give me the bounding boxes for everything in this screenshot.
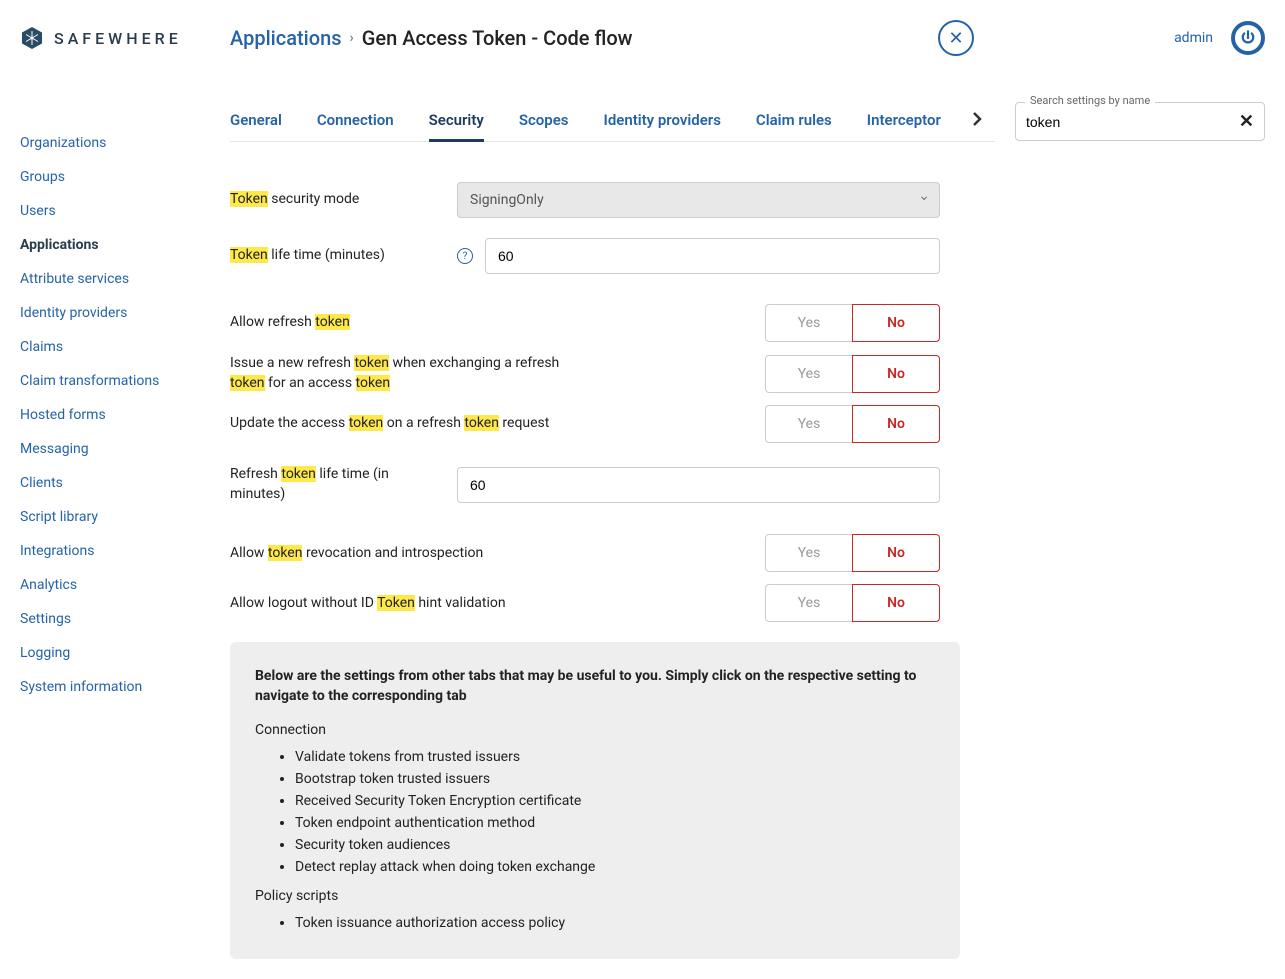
refresh-token-lifetime-input[interactable]	[457, 467, 940, 503]
sidebar-item-organizations[interactable]: Organizations	[20, 126, 230, 160]
allow-token-revocation-label: Allow token revocation and introspection	[230, 544, 580, 564]
update-access-token-toggle: Yes No	[765, 405, 940, 443]
info-section-title: Policy scripts	[255, 888, 935, 904]
allow-logout-without-id-token-label: Allow logout without ID Token hint valid…	[230, 594, 580, 614]
sidebar-nav: OrganizationsGroupsUsersApplicationsAttr…	[20, 56, 230, 979]
info-link-item[interactable]: Security token audiences	[295, 834, 935, 856]
user-link[interactable]: admin	[1174, 30, 1213, 46]
sidebar-item-groups[interactable]: Groups	[20, 160, 230, 194]
tab-general[interactable]: General	[230, 101, 282, 141]
chevron-right-icon: ›	[350, 30, 354, 46]
sidebar-item-identity-providers[interactable]: Identity providers	[20, 296, 230, 330]
sidebar-item-messaging[interactable]: Messaging	[20, 432, 230, 466]
sidebar-item-integrations[interactable]: Integrations	[20, 534, 230, 568]
sidebar-item-hosted-forms[interactable]: Hosted forms	[20, 398, 230, 432]
yes-button[interactable]: Yes	[765, 405, 853, 443]
info-link-item[interactable]: Validate tokens from trusted issuers	[295, 746, 935, 768]
tab-connection[interactable]: Connection	[317, 101, 394, 141]
clear-search-icon[interactable]: ✕	[1239, 111, 1254, 132]
allow-token-revocation-toggle: Yes No	[765, 534, 940, 572]
update-access-token-label: Update the access token on a refresh tok…	[230, 414, 580, 434]
token-lifetime-label: Token life time (minutes)	[230, 246, 445, 266]
tab-security[interactable]: Security	[429, 101, 484, 142]
logout-button[interactable]	[1231, 21, 1265, 55]
related-settings-panel: Below are the settings from other tabs t…	[230, 642, 960, 958]
sidebar-item-claim-transformations[interactable]: Claim transformations	[20, 364, 230, 398]
no-button[interactable]: No	[852, 355, 940, 393]
token-security-mode-select[interactable]: SigningOnly	[457, 182, 940, 218]
issue-new-refresh-token-label: Issue a new refresh token when exchangin…	[230, 354, 580, 393]
help-icon[interactable]: ?	[457, 248, 473, 264]
close-button[interactable]: ✕	[938, 20, 974, 56]
info-link-item[interactable]: Received Security Token Encryption certi…	[295, 790, 935, 812]
sidebar-item-users[interactable]: Users	[20, 194, 230, 228]
sidebar-item-attribute-services[interactable]: Attribute services	[20, 262, 230, 296]
sidebar-item-analytics[interactable]: Analytics	[20, 568, 230, 602]
brand-logo[interactable]: SAFEWHERE	[20, 26, 230, 50]
sidebar-item-settings[interactable]: Settings	[20, 602, 230, 636]
search-input[interactable]	[1026, 114, 1239, 130]
yes-button[interactable]: Yes	[765, 534, 853, 572]
yes-button[interactable]: Yes	[765, 355, 853, 393]
tabs-scroll-right[interactable]	[959, 105, 995, 137]
breadcrumb: Applications › Gen Access Token - Code f…	[230, 26, 938, 50]
chevron-right-icon	[969, 111, 985, 127]
info-section-title: Connection	[255, 722, 935, 738]
sidebar-item-logging[interactable]: Logging	[20, 636, 230, 670]
allow-refresh-token-toggle: Yes No	[765, 304, 940, 342]
power-icon	[1239, 29, 1257, 47]
breadcrumb-current: Gen Access Token - Code flow	[362, 26, 633, 50]
tab-interceptor[interactable]: Interceptor	[867, 101, 941, 141]
no-button[interactable]: No	[852, 304, 940, 342]
sidebar-item-script-library[interactable]: Script library	[20, 500, 230, 534]
yes-button[interactable]: Yes	[765, 304, 853, 342]
sidebar-item-applications[interactable]: Applications	[20, 228, 230, 262]
logo-hex-icon	[20, 26, 44, 50]
search-settings: Search settings by name ✕	[1015, 102, 1265, 141]
info-link-item[interactable]: Detect replay attack when doing token ex…	[295, 856, 935, 878]
breadcrumb-parent[interactable]: Applications	[230, 26, 342, 50]
allow-refresh-token-label: Allow refresh token	[230, 313, 580, 333]
no-button[interactable]: No	[852, 405, 940, 443]
info-link-item[interactable]: Token issuance authorization access poli…	[295, 912, 935, 934]
issue-new-refresh-token-toggle: Yes No	[765, 355, 940, 393]
brand-name: SAFEWHERE	[54, 29, 182, 48]
sidebar-item-system-information[interactable]: System information	[20, 670, 230, 704]
allow-logout-without-id-token-toggle: Yes No	[765, 584, 940, 622]
no-button[interactable]: No	[852, 584, 940, 622]
info-link-item[interactable]: Token endpoint authentication method	[295, 812, 935, 834]
info-link-item[interactable]: Bootstrap token trusted issuers	[295, 768, 935, 790]
token-lifetime-input[interactable]	[485, 238, 940, 274]
tab-scopes[interactable]: Scopes	[519, 101, 569, 141]
yes-button[interactable]: Yes	[765, 584, 853, 622]
sidebar-item-claims[interactable]: Claims	[20, 330, 230, 364]
no-button[interactable]: No	[852, 534, 940, 572]
info-title: Below are the settings from other tabs t…	[255, 667, 935, 706]
close-icon: ✕	[949, 28, 964, 49]
tab-claim-rules[interactable]: Claim rules	[756, 101, 832, 141]
token-security-mode-label: Token security mode	[230, 190, 445, 210]
search-label: Search settings by name	[1025, 94, 1155, 107]
refresh-token-lifetime-label: Refresh token life time (in minutes)	[230, 465, 445, 504]
sidebar-item-clients[interactable]: Clients	[20, 466, 230, 500]
tab-identity-providers[interactable]: Identity providers	[604, 101, 721, 141]
